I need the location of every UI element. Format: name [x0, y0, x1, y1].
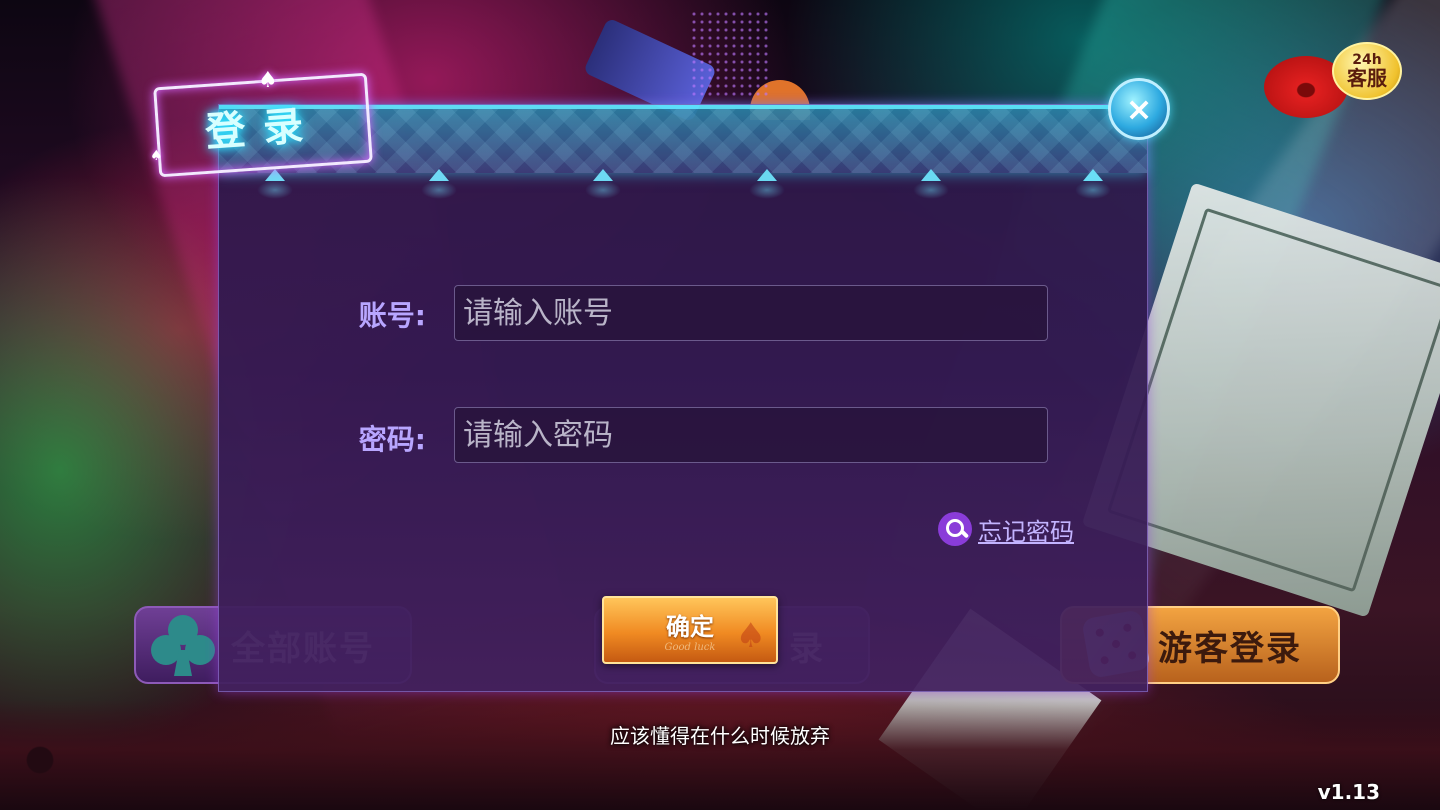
- tagline-text: 应该懂得在什么时候放弃: [610, 724, 830, 748]
- confirm-label: 确定: [666, 613, 714, 641]
- club-icon: [151, 615, 215, 676]
- close-icon: ×: [1125, 90, 1153, 128]
- lamp-icon: [1075, 169, 1111, 199]
- service-label: 客服: [1347, 66, 1387, 90]
- version-label: v1.13: [1317, 780, 1380, 804]
- lamp-icon: [421, 169, 457, 199]
- lamp-icon: [749, 169, 785, 199]
- dialog-title: 登录: [203, 102, 323, 156]
- search-icon: [938, 512, 972, 546]
- account-input[interactable]: [454, 285, 1048, 341]
- password-input[interactable]: [454, 407, 1048, 463]
- service-badge: 24h 客服: [1332, 42, 1402, 100]
- lamp-icon: [585, 169, 621, 199]
- spade-icon: ♠: [150, 148, 163, 164]
- close-button[interactable]: ×: [1108, 78, 1170, 140]
- spade-icon: ♠: [258, 68, 278, 93]
- confirm-subtitle: Good luck: [664, 642, 716, 653]
- sparkle-decoration: [690, 10, 770, 100]
- confirm-button[interactable]: ♠ 确定 Good luck: [602, 596, 778, 664]
- crowd-decoration: [0, 700, 1440, 810]
- forgot-password-link[interactable]: 忘记密码: [938, 510, 1074, 548]
- service-hours: 24h: [1352, 52, 1382, 68]
- spade-icon: ♠: [735, 616, 766, 656]
- account-label: 账号:: [358, 299, 426, 332]
- forgot-password-text: 忘记密码: [978, 517, 1074, 546]
- lamp-icon: [257, 169, 293, 199]
- customer-service-button[interactable]: 24h 客服: [1264, 42, 1404, 128]
- lamp-icon: [913, 169, 949, 199]
- password-label: 密码:: [358, 423, 426, 456]
